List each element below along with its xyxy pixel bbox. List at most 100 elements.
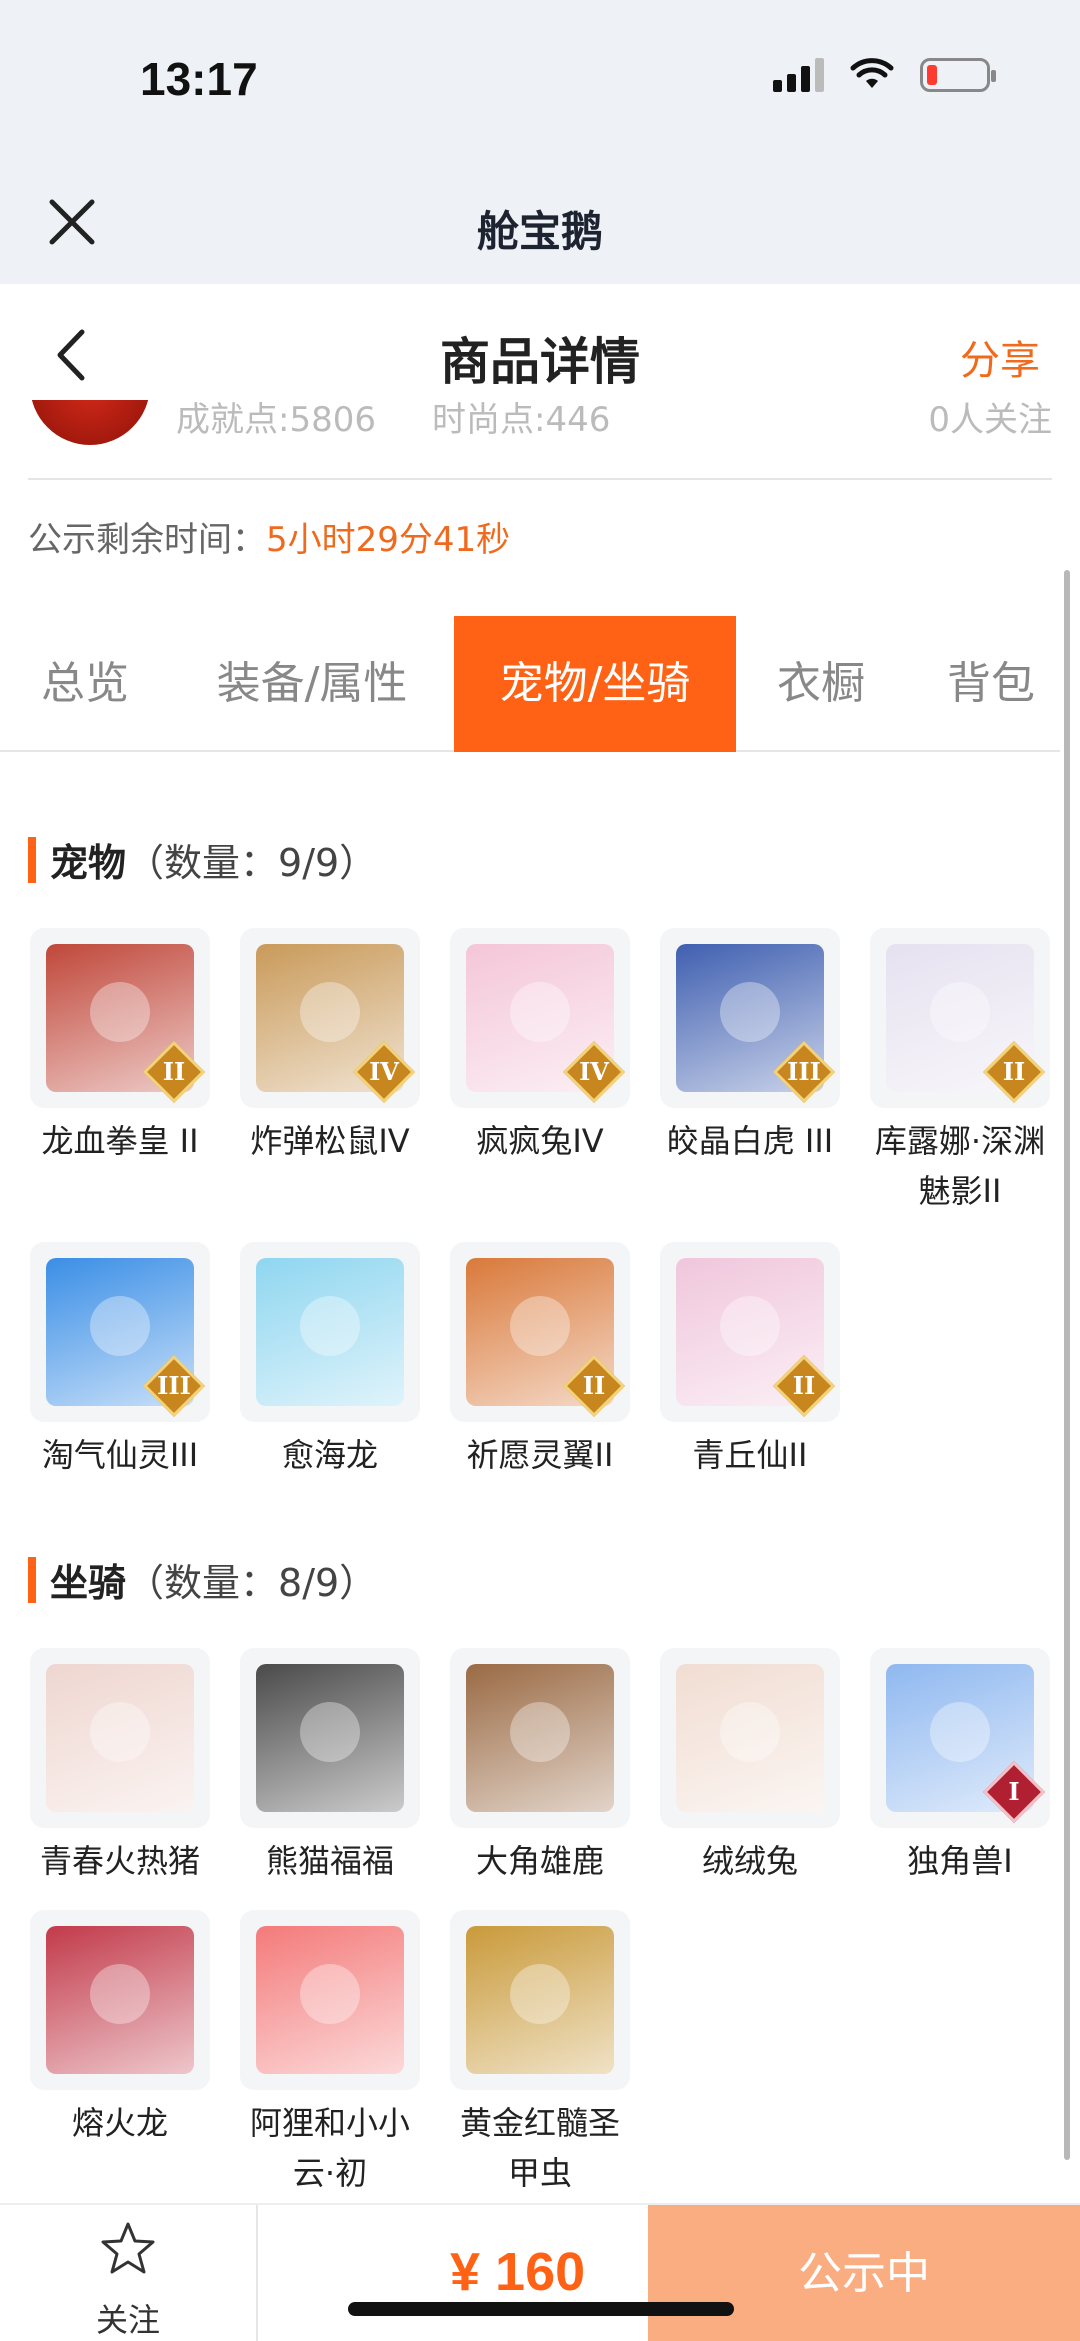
pets-item-label: 青丘仙II bbox=[692, 1436, 808, 1474]
mini-program-title: 舱宝鹅 bbox=[476, 207, 603, 256]
mounts-thumbnail bbox=[30, 1648, 210, 1828]
mounts-thumbnail bbox=[450, 1910, 630, 2090]
price: ¥ 160 bbox=[450, 2242, 586, 2302]
mounts-item[interactable]: 熔火龙 bbox=[29, 1910, 211, 2148]
mounts-item-label: 绒绒兔 bbox=[701, 1842, 798, 1880]
mounts-thumbnail: I bbox=[870, 1648, 1050, 1828]
mounts-section-title: 坐骑 （数量：8/9） bbox=[28, 1552, 377, 1607]
tier-badge-label: IV bbox=[579, 1057, 609, 1086]
fashion-points: 时尚点:446 bbox=[432, 400, 611, 440]
follow-button[interactable]: 关注 bbox=[0, 2205, 258, 2341]
mounts-item-label: 青春火热猪 bbox=[39, 1842, 200, 1880]
mounts-item[interactable]: 阿狸和小小云·初 bbox=[239, 1910, 421, 2198]
pets-item-label: 龙血拳皇 II bbox=[41, 1122, 199, 1160]
pets-item[interactable]: II 祈愿灵翼II bbox=[449, 1242, 631, 1480]
mounts-item[interactable]: 大角雄鹿 bbox=[449, 1648, 631, 1886]
mini-program-header: 舱宝鹅 bbox=[0, 160, 1080, 284]
mounts-artwork bbox=[46, 1926, 194, 2074]
pets-item[interactable]: 愈海龙 bbox=[239, 1242, 421, 1480]
mounts-artwork bbox=[466, 1664, 614, 1812]
pets-item[interactable]: III 淘气仙灵III bbox=[29, 1242, 211, 1480]
mounts-item[interactable]: 熊猫福福 bbox=[239, 1648, 421, 1886]
pets-item[interactable]: II 青丘仙II bbox=[659, 1242, 841, 1480]
pets-thumbnail: III bbox=[30, 1242, 210, 1422]
mounts-item-label: 黄金红髓圣甲虫 bbox=[459, 2104, 620, 2192]
mounts-thumbnail bbox=[30, 1910, 210, 2090]
pets-thumbnail: IV bbox=[450, 928, 630, 1108]
tier-badge-label: II bbox=[1002, 1057, 1026, 1086]
achievement-points: 成就点:5806 bbox=[176, 400, 376, 440]
pets-artwork bbox=[256, 1258, 404, 1406]
mounts-item[interactable]: 绒绒兔 bbox=[659, 1648, 841, 1886]
star-icon bbox=[101, 2222, 155, 2274]
tab-pets-mounts[interactable]: 宠物/坐骑 bbox=[454, 616, 736, 752]
status-bar: 13:17 bbox=[0, 0, 1080, 160]
pets-item[interactable]: IV 炸弹松鼠IV bbox=[239, 928, 421, 1166]
countdown-label: 公示剩余时间： bbox=[28, 520, 266, 560]
wifi-icon bbox=[850, 58, 894, 88]
mounts-artwork bbox=[256, 1926, 404, 2074]
seller-summary-row: 成就点:5806 时尚点:446 0人关注 bbox=[0, 400, 1080, 480]
mounts-thumbnail bbox=[240, 1910, 420, 2090]
status-icons bbox=[773, 58, 996, 92]
mounts-item-label: 独角兽I bbox=[907, 1842, 1013, 1880]
divider bbox=[28, 478, 1052, 480]
avatar bbox=[30, 400, 150, 445]
bottom-action-bar: 关注 ¥ 160 公示中 bbox=[0, 2203, 1080, 2341]
mounts-title: 坐骑 bbox=[50, 1561, 127, 1605]
status-time: 13:17 bbox=[140, 53, 258, 105]
mounts-artwork bbox=[466, 1926, 614, 2074]
mounts-artwork bbox=[46, 1664, 194, 1812]
pets-thumbnail: III bbox=[660, 928, 840, 1108]
pets-thumbnail: II bbox=[660, 1242, 840, 1422]
pets-item-label: 皎晶白虎 III bbox=[666, 1122, 834, 1160]
pets-thumbnail bbox=[240, 1242, 420, 1422]
follow-label: 关注 bbox=[95, 2301, 160, 2339]
section-accent-bar bbox=[28, 836, 36, 883]
tier-badge-label: II bbox=[792, 1371, 816, 1400]
mounts-item[interactable]: 青春火热猪 bbox=[29, 1648, 211, 1886]
pets-item[interactable]: II 龙血拳皇 II bbox=[29, 928, 211, 1166]
pets-item-label: 淘气仙灵III bbox=[41, 1436, 199, 1474]
pets-item-label: 愈海龙 bbox=[281, 1436, 378, 1474]
mounts-item[interactable]: I 独角兽I bbox=[869, 1648, 1051, 1886]
pets-thumbnail: II bbox=[450, 1242, 630, 1422]
mounts-count: （数量：8/9） bbox=[126, 1561, 378, 1605]
mounts-thumbnail bbox=[240, 1648, 420, 1828]
tier-badge-label: II bbox=[162, 1057, 186, 1086]
tier-badge-label: IV bbox=[369, 1057, 399, 1086]
mounts-thumbnail bbox=[660, 1648, 840, 1828]
mounts-artwork bbox=[256, 1664, 404, 1812]
tier-badge-label: III bbox=[157, 1371, 191, 1400]
tab-overview[interactable]: 总览 bbox=[20, 616, 150, 752]
publicity-countdown: 公示剩余时间：5小时29分41秒 bbox=[28, 512, 510, 561]
tab-wardrobe[interactable]: 衣橱 bbox=[766, 616, 876, 752]
pets-item[interactable]: IV 疯疯兔IV bbox=[449, 928, 631, 1166]
tier-badge-label: I bbox=[1008, 1777, 1020, 1806]
signal-icon bbox=[773, 58, 824, 92]
countdown-value: 5小时29分41秒 bbox=[266, 520, 511, 560]
publicity-status-button[interactable]: 公示中 bbox=[648, 2205, 1080, 2341]
mounts-item[interactable]: 黄金红髓圣甲虫 bbox=[449, 1910, 631, 2198]
pets-item[interactable]: III 皎晶白虎 III bbox=[659, 928, 841, 1166]
pets-section-title: 宠物 （数量：9/9） bbox=[28, 832, 377, 887]
scrollbar[interactable] bbox=[1064, 570, 1070, 2160]
follower-count: 0人关注 bbox=[928, 400, 1052, 440]
pets-thumbnail: IV bbox=[240, 928, 420, 1108]
tab-backpack[interactable]: 背包 bbox=[936, 616, 1046, 752]
pets-item-label: 库露娜·深渊魅影II bbox=[874, 1122, 1046, 1210]
tier-badge-label: III bbox=[787, 1057, 821, 1086]
detail-tabs: 总览 装备/属性 宠物/坐骑 衣橱 背包 bbox=[0, 616, 1060, 752]
mounts-item-label: 熔火龙 bbox=[71, 2104, 168, 2142]
pets-item[interactable]: II 库露娜·深渊魅影II bbox=[869, 928, 1051, 1216]
share-button[interactable]: 分享 bbox=[960, 328, 1040, 386]
home-indicator bbox=[348, 2302, 734, 2316]
tier-badge-label: II bbox=[582, 1371, 606, 1400]
pets-title: 宠物 bbox=[50, 841, 127, 885]
section-accent-bar bbox=[28, 1556, 36, 1603]
pets-item-label: 炸弹松鼠IV bbox=[250, 1122, 410, 1160]
battery-icon bbox=[920, 58, 996, 92]
mounts-item-label: 熊猫福福 bbox=[265, 1842, 394, 1880]
mounts-artwork bbox=[676, 1664, 824, 1812]
tab-equipment[interactable]: 装备/属性 bbox=[192, 616, 432, 752]
